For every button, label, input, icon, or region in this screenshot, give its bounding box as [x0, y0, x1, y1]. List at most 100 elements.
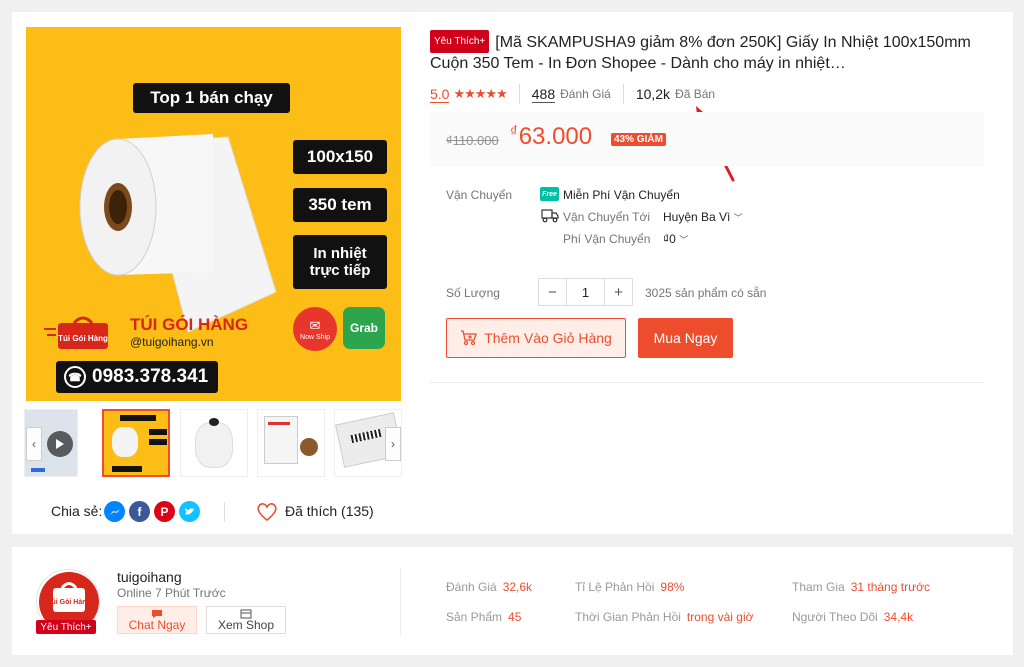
free-shipping-icon: Free	[540, 187, 559, 201]
free-shipping-text: Miễn Phí Vận Chuyển	[563, 188, 680, 202]
shop-stat-ratings: Đánh Giá 32,6k	[446, 580, 532, 594]
shop-stat-joined-label: Tham Gia	[792, 580, 845, 594]
price-box: ₫110.000 ₫63.000 43% GIẢM	[430, 112, 984, 166]
nowship-logo: ✉ Now Ship	[293, 307, 337, 351]
ship-to-label: Vận Chuyển Tới	[563, 210, 651, 224]
quantity-input[interactable]: 1	[566, 279, 605, 305]
pinterest-icon[interactable]: P	[154, 501, 175, 522]
buy-now-button[interactable]: Mua Ngay	[638, 318, 733, 358]
shipping-fee-label: Phí Vận Chuyển	[563, 232, 651, 246]
add-to-cart-label: Thêm Vào Giỏ Hàng	[484, 330, 612, 346]
shop-stat-followers-label: Người Theo Dõi	[792, 610, 878, 624]
quantity-increase-button[interactable]: +	[605, 279, 632, 305]
shop-logo-text: Túi Gói Hàng	[47, 599, 91, 606]
phone-number: 0983.378.341	[92, 366, 209, 387]
count-label: 350 tem	[293, 188, 387, 222]
share-divider	[224, 502, 225, 522]
shop-divider	[400, 567, 401, 635]
shop-name[interactable]: tuigoihang	[117, 569, 182, 585]
shipping-label: Vận Chuyển	[446, 188, 513, 202]
thumbnail-1[interactable]	[102, 409, 170, 477]
shop-stat-response-time-value: trong vài giờ	[686, 610, 754, 624]
print-method-line2: trực tiếp	[309, 262, 371, 279]
size-label: 100x150	[293, 140, 387, 174]
shop-stat-products-label: Sản Phẩm	[446, 610, 503, 624]
sold-count: 10,2k	[635, 86, 671, 102]
sold-separator	[622, 84, 624, 104]
grab-logo: Grab	[343, 307, 385, 349]
phone-label: ☎ 0983.378.341	[56, 361, 218, 393]
shop-stat-products: Sản Phẩm 45	[446, 610, 521, 624]
section-divider	[430, 382, 984, 383]
favorite-badge: Yêu Thích+	[430, 30, 490, 53]
shop-stat-followers: Người Theo Dõi 34,4k	[792, 610, 913, 624]
brand-bag-logo: Túi Gói Hàng	[44, 316, 108, 349]
brand-website: @tuigoihang.vn	[130, 335, 214, 349]
shop-stat-response-rate: Tỉ Lệ Phản Hồi 98%	[575, 580, 684, 594]
shipping-fee-dropdown[interactable]: ₫0 ﹀	[663, 232, 688, 246]
shop-stat-response-label: Tỉ Lệ Phản Hồi	[575, 580, 655, 594]
shop-favorite-badge: Yêu Thích+	[36, 620, 96, 634]
rating-row: 5.0 ★★★★★ 488 Đánh Giá 10,2k Đã Bán	[430, 84, 715, 104]
reviews-count[interactable]: 488	[531, 86, 556, 103]
ship-to-value: Huyện Ba Vì	[663, 210, 731, 224]
shop-card	[12, 547, 1013, 655]
brand-bag-text: Túi Gói Hàng	[58, 334, 108, 343]
shop-stat-joined: Tham Gia 31 tháng trước	[792, 580, 930, 594]
play-icon[interactable]	[47, 431, 73, 457]
reviews-label: Đánh Giá	[560, 87, 611, 101]
add-to-cart-button[interactable]: Thêm Vào Giỏ Hàng	[446, 318, 626, 358]
chat-now-button[interactable]: Chat Ngay	[117, 606, 197, 634]
facebook-icon[interactable]: f	[129, 501, 150, 522]
shop-stat-response-time-label: Thời Gian Phản Hồi	[575, 610, 681, 624]
original-price: ₫110.000	[446, 133, 499, 148]
nowship-text: Now Ship	[300, 333, 330, 341]
rating-score[interactable]: 5.0	[430, 86, 450, 103]
sale-price: ₫63.000	[510, 123, 592, 151]
shop-stat-response-time: Thời Gian Phản Hồi trong vài giờ	[575, 610, 754, 624]
messenger-icon[interactable]	[104, 501, 125, 522]
ship-to-dropdown[interactable]: Huyện Ba Vì ﹀	[663, 210, 743, 224]
currency-symbol: ₫	[510, 123, 518, 140]
quantity-decrease-button[interactable]: −	[539, 279, 566, 305]
shop-stat-products-value: 45	[508, 610, 522, 624]
discount-badge: 43% GIẢM	[611, 133, 666, 146]
shipping-fee-value: ₫0	[663, 232, 676, 246]
chat-now-label: Chat Ngay	[128, 618, 186, 632]
brand-name: TÚI GÓI HÀNG	[130, 315, 249, 334]
twitter-icon[interactable]	[179, 501, 200, 522]
star-rating-icon: ★★★★★	[453, 86, 507, 101]
quantity-label: Số Lượng	[446, 286, 500, 300]
share-label: Chia sẻ:	[51, 503, 103, 519]
product-main-image[interactable]: Top 1 bán chạy 100x150 350 tem In nhiệt …	[26, 27, 401, 401]
shop-stat-joined-value: 31 tháng trước	[850, 580, 930, 594]
top-seller-label: Top 1 bán chạy	[133, 83, 290, 113]
heart-icon[interactable]	[256, 502, 278, 522]
sold-label: Đã Bán	[675, 87, 716, 101]
product-title-text: [Mã SKAMPUSHA9 giảm 8% đơn 250K] Giấy In…	[430, 34, 971, 72]
chevron-down-icon: ﹀	[733, 213, 743, 223]
rating-separator	[518, 84, 520, 104]
thumbnail-3[interactable]	[257, 409, 325, 477]
stock-available: 3025 sản phẩm có sẵn	[645, 286, 767, 300]
thumbnail-strip	[24, 409, 402, 477]
thumbnail-prev-arrow[interactable]: ‹	[26, 427, 42, 461]
shop-stat-ratings-label: Đánh Giá	[446, 580, 497, 594]
shop-stat-ratings-value: 32,6k	[502, 580, 533, 594]
view-shop-label: Xem Shop	[217, 618, 275, 632]
shop-stat-followers-value: 34,4k	[883, 610, 914, 624]
thumbnail-next-arrow[interactable]: ›	[385, 427, 401, 461]
cart-icon	[461, 330, 478, 346]
thumbnail-2[interactable]	[180, 409, 248, 477]
shop-online-status: Online 7 Phút Trước	[117, 586, 226, 600]
product-title: Yêu Thích+ [Mã SKAMPUSHA9 giảm 8% đơn 250…	[430, 30, 990, 74]
sale-price-value: 63.000	[518, 123, 593, 150]
view-shop-button[interactable]: Xem Shop	[206, 606, 286, 634]
print-method-label: In nhiệt trực tiếp	[293, 235, 387, 289]
shop-stat-response-value: 98%	[660, 580, 685, 594]
quantity-stepper: − 1 +	[538, 278, 633, 306]
truck-icon	[541, 209, 559, 223]
liked-count[interactable]: Đã thích (135)	[285, 503, 374, 519]
paper-roll-illustration	[79, 134, 276, 333]
print-method-line1: In nhiệt	[313, 244, 367, 262]
